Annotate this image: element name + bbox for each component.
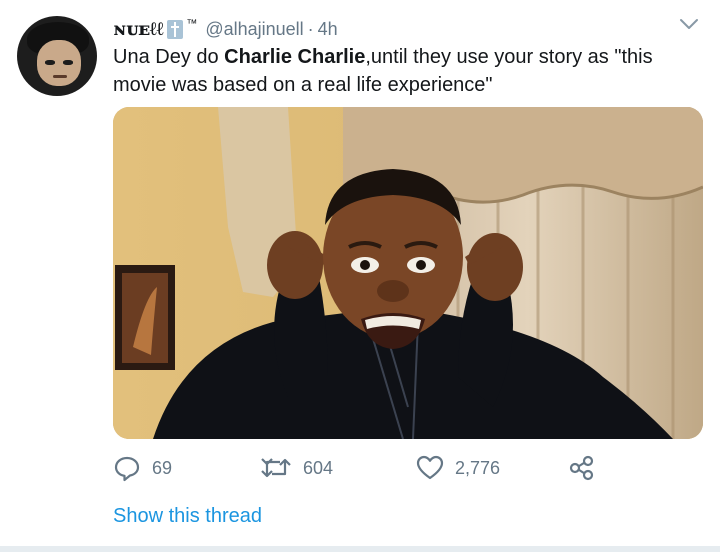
retweet-icon — [261, 458, 291, 478]
author-handle[interactable]: @alhajinuell — [205, 19, 303, 40]
avatar-eye — [45, 60, 55, 65]
tweet-actions: 69 604 2,776 — [113, 452, 703, 484]
share-icon — [569, 455, 594, 481]
like-action[interactable]: 2,776 — [416, 452, 500, 484]
avatar[interactable] — [17, 16, 97, 96]
retweet-count: 604 — [303, 457, 334, 478]
cross-emoji-icon — [167, 19, 184, 39]
tweet-text: Una Dey do Charlie Charlie,until they us… — [113, 43, 703, 99]
like-icon — [416, 455, 444, 480]
separator-dot: · — [307, 18, 314, 39]
trademark-badge: ™ — [186, 18, 198, 30]
tweet-header: ɴᴜᴇℓℓ ™ @alhajinuell · 4h — [113, 15, 338, 43]
reply-count: 69 — [152, 457, 173, 478]
tweet-image[interactable] — [113, 107, 703, 439]
tweet-text-part: Una Dey do — [113, 46, 225, 68]
like-count: 2,776 — [455, 457, 501, 478]
reply-icon — [114, 456, 140, 482]
divider — [0, 546, 720, 552]
reply-action[interactable]: 69 — [113, 452, 172, 484]
avatar-mouth — [53, 75, 67, 78]
chevron-down-icon[interactable] — [678, 16, 700, 32]
tweet-text-bold: Charlie Charlie — [224, 46, 366, 68]
retweet-action[interactable]: 604 — [260, 452, 333, 484]
tweet-time[interactable]: 4h — [318, 19, 338, 40]
meme-photo — [113, 107, 703, 439]
avatar-face — [37, 40, 81, 86]
share-action[interactable] — [568, 452, 596, 484]
tweet[interactable]: ɴᴜᴇℓℓ ™ @alhajinuell · 4h Una Dey do Cha… — [0, 0, 720, 552]
show-thread-link[interactable]: Show this thread — [113, 505, 262, 528]
avatar-eye — [63, 60, 73, 65]
author-name[interactable]: ɴᴜᴇℓℓ — [113, 18, 164, 41]
